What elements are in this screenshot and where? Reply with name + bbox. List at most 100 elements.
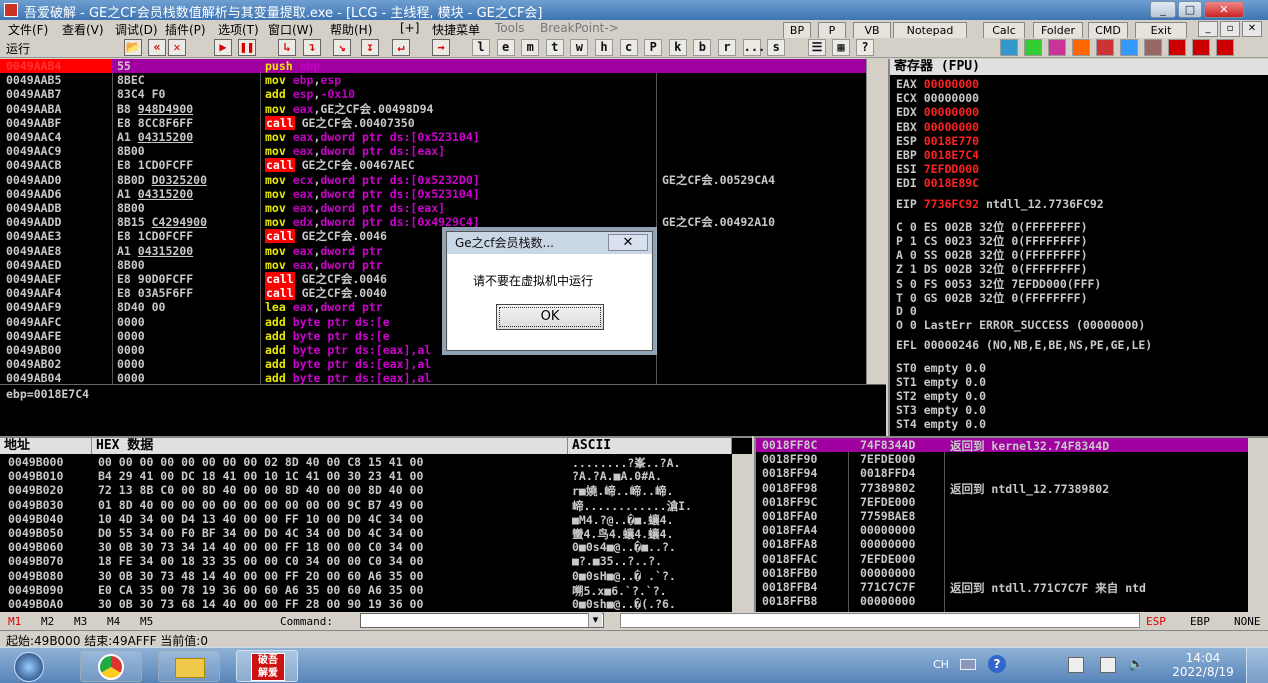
plugin-icon[interactable]	[1168, 39, 1186, 56]
fpu-row[interactable]: ST2 empty 0.0	[896, 389, 986, 403]
stack-row[interactable]: 0018FF98 77389802 返回到 ntdll_12.77389802	[756, 481, 1250, 496]
disassembly-panel[interactable]: 0049AAB4 55 push ebp 0049AAB5 8BEC mov ebp,es…	[0, 59, 866, 384]
toolbar-window-button[interactable]: h	[595, 39, 613, 56]
stack-row[interactable]: 0018FF9C 7EFDE000	[756, 495, 1250, 509]
command-input[interactable]: ▾	[360, 613, 604, 628]
plugin-icon[interactable]	[1120, 39, 1138, 56]
stack-panel[interactable]: 0018FF8C 74F8344D 返回到 kernel32.74F8344D 001…	[754, 436, 1268, 612]
dialog-close-button[interactable]: ✕	[608, 234, 648, 251]
register-edi[interactable]: EDI 0018E89C	[896, 176, 979, 190]
menu-item[interactable]: 选项(T)	[218, 21, 259, 38]
stack-scrollbar[interactable]	[1248, 438, 1268, 612]
disasm-row[interactable]: 0049AB04 0000 add byte ptr ds:[eax],al	[0, 371, 866, 384]
memory-tab[interactable]: M5	[140, 615, 153, 628]
toolbar-icon[interactable]: ↴	[303, 39, 321, 56]
chevron-down-icon[interactable]: ▾	[588, 613, 602, 627]
stack-row[interactable]: 0018FFB4 771C7C7F 返回到 ntdll.771C7C7F 来自 nt…	[756, 580, 1250, 595]
disasm-row[interactable]: 0049AAD0 8B0D D0325200 mov ecx,dword ptr d…	[0, 173, 866, 187]
stack-row[interactable]: 0018FFA8 00000000	[756, 537, 1250, 551]
language-indicator[interactable]: CH	[933, 658, 949, 671]
disasm-row[interactable]: 0049AAEF E8 90D0FCFF call GE之CF会.0046	[0, 272, 866, 286]
plugin-icon[interactable]	[1192, 39, 1210, 56]
menu-item[interactable]: 帮助(H)	[330, 21, 372, 38]
memory-tab[interactable]: M4	[107, 615, 120, 628]
toolbar-icon[interactable]: ✕	[168, 39, 186, 56]
close-button[interactable]: ✕	[1204, 1, 1244, 18]
taskbar-explorer[interactable]	[158, 650, 220, 682]
disasm-row[interactable]: 0049AAF4 E8 03A5F6FF call GE之CF会.0040	[0, 286, 866, 301]
clock[interactable]: 14:04 2022/8/19	[1168, 651, 1238, 679]
registers-panel[interactable]: 寄存器 (FPU) EAX 00000000 ECX 00000000 EDX 00…	[888, 59, 1268, 436]
stack-row[interactable]: 0018FF94 0018FFD4	[756, 466, 1250, 480]
disasm-row[interactable]: 0049AACB E8 1CD0FCFF call GE之CF会.00467AEC	[0, 158, 866, 173]
stack-row[interactable]: 0018FF8C 74F8344D 返回到 kernel32.74F8344D	[756, 438, 1250, 453]
toolbar-window-button[interactable]: w	[570, 39, 589, 56]
register-ebp[interactable]: EBP 0018E7C4	[896, 148, 979, 162]
menu-item[interactable]: 调试(D)	[115, 21, 158, 38]
disasm-row[interactable]: 0049AAF9 8D40 00 lea eax,dword ptr	[0, 300, 866, 314]
stack-row[interactable]: 0018FFAC 7EFDE000	[756, 552, 1250, 566]
follow-register-toggle[interactable]: ESP	[1146, 615, 1166, 628]
taskbar-chrome[interactable]	[80, 650, 142, 682]
register-esi[interactable]: ESI 7EFDD000	[896, 162, 979, 176]
register-ecx[interactable]: ECX 00000000	[896, 91, 979, 105]
fpu-row[interactable]: ST4 empty 0.0	[896, 417, 986, 431]
disasm-row[interactable]: 0049AAC4 A1 04315200 mov eax,dword ptr ds:…	[0, 130, 866, 144]
show-desktop-button[interactable]	[1246, 648, 1268, 683]
flag-row[interactable]: P 1 CS 0023 32位 0(FFFFFFFF)	[896, 233, 1088, 248]
follow-register-toggle[interactable]: NONE	[1234, 615, 1261, 628]
memory-tab[interactable]: M3	[74, 615, 87, 628]
toolbar-window-button[interactable]: r	[718, 39, 736, 56]
disasm-row[interactable]: 0049AABA B8 948D4900 mov eax,GE之CF会.00498D…	[0, 102, 866, 116]
toolbar-window-button[interactable]: b	[693, 39, 712, 56]
mdi-button[interactable]: ▫	[1220, 21, 1240, 37]
disasm-row[interactable]: 0049AB02 0000 add byte ptr ds:[eax],al	[0, 357, 866, 371]
menu-item[interactable]: 查看(V)	[62, 21, 104, 38]
toolbar-icon[interactable]: ↘	[333, 39, 351, 56]
network-icon[interactable]	[1100, 657, 1116, 673]
disasm-row[interactable]: 0049AADB 8B00 mov eax,dword ptr ds:[eax]	[0, 201, 866, 215]
help-icon[interactable]: ?	[988, 655, 1006, 673]
menu-item[interactable]: 插件(P)	[165, 21, 206, 38]
flag-row[interactable]: C 0 ES 002B 32位 0(FFFFFFFF)	[896, 219, 1088, 234]
plugin-icon[interactable]	[1024, 39, 1042, 56]
disasm-row[interactable]: 0049AAE3 E8 1CD0FCFF call GE之CF会.0046	[0, 229, 866, 244]
plugin-icon[interactable]	[1000, 39, 1018, 56]
disasm-row[interactable]: 0049AAB7 83C4 F0 add esp,-0x10	[0, 87, 866, 101]
register-esp[interactable]: ESP 0018E770	[896, 134, 979, 148]
stack-row[interactable]: 0018FFA0 7759BAE8	[756, 509, 1250, 523]
toolbar-window-button[interactable]: ...	[742, 39, 765, 56]
dialog-ok-button[interactable]: OK	[496, 304, 604, 330]
flag-row[interactable]: T 0 GS 002B 32位 0(FFFFFFFF)	[896, 290, 1088, 305]
toolbar-window-button[interactable]: e	[496, 39, 515, 56]
disasm-row[interactable]: 0049AABF E8 8CC8F6FF call GE之CF会.00407350	[0, 115, 866, 130]
toolbar-window-button[interactable]: P	[644, 39, 663, 56]
memory-tab[interactable]: M1	[8, 615, 21, 628]
keyboard-icon[interactable]	[960, 659, 976, 670]
toolbar-icon[interactable]: ▶	[214, 39, 232, 56]
action-center-icon[interactable]	[1068, 657, 1084, 673]
plugin-icon[interactable]	[1144, 39, 1162, 56]
flag-row[interactable]: O 0 LastErr ERROR_SUCCESS (00000000)	[896, 318, 1145, 332]
toolbar-icon[interactable]: 📂	[124, 39, 142, 56]
disasm-row[interactable]: 0049AAFC 0000 add byte ptr ds:[e	[0, 315, 866, 329]
disasm-row[interactable]: 0049AAB5 8BEC mov ebp,esp	[0, 73, 866, 87]
mdi-button[interactable]: ✕	[1242, 21, 1262, 37]
mdi-button[interactable]: _	[1198, 21, 1218, 37]
stack-row[interactable]: 0018FFA4 00000000	[756, 523, 1250, 537]
flag-row[interactable]: D 0	[896, 304, 917, 318]
register-edx[interactable]: EDX 00000000	[896, 105, 979, 119]
toolbar-icon[interactable]: ↧	[361, 39, 379, 56]
toolbar-icon[interactable]: ❚❚	[238, 39, 256, 56]
toolbar-icon[interactable]: ↵	[392, 39, 410, 56]
disasm-row[interactable]: 0049AB00 0000 add byte ptr ds:[eax],al	[0, 343, 866, 357]
dump-header-hex[interactable]: HEX 数据	[92, 438, 568, 454]
menu-item[interactable]: 窗口(W)	[268, 21, 313, 38]
flag-row[interactable]: S 0 FS 0053 32位 7EFDD000(FFF)	[896, 276, 1101, 291]
menu-item[interactable]: Tools	[495, 21, 525, 35]
menu-item[interactable]: 快捷菜单	[432, 21, 480, 38]
menu-item[interactable]: [+]	[400, 21, 419, 35]
disassembly-scrollbar[interactable]	[866, 59, 886, 384]
plugin-icon[interactable]	[1072, 39, 1090, 56]
toolbar-window-button[interactable]: k	[668, 39, 687, 56]
